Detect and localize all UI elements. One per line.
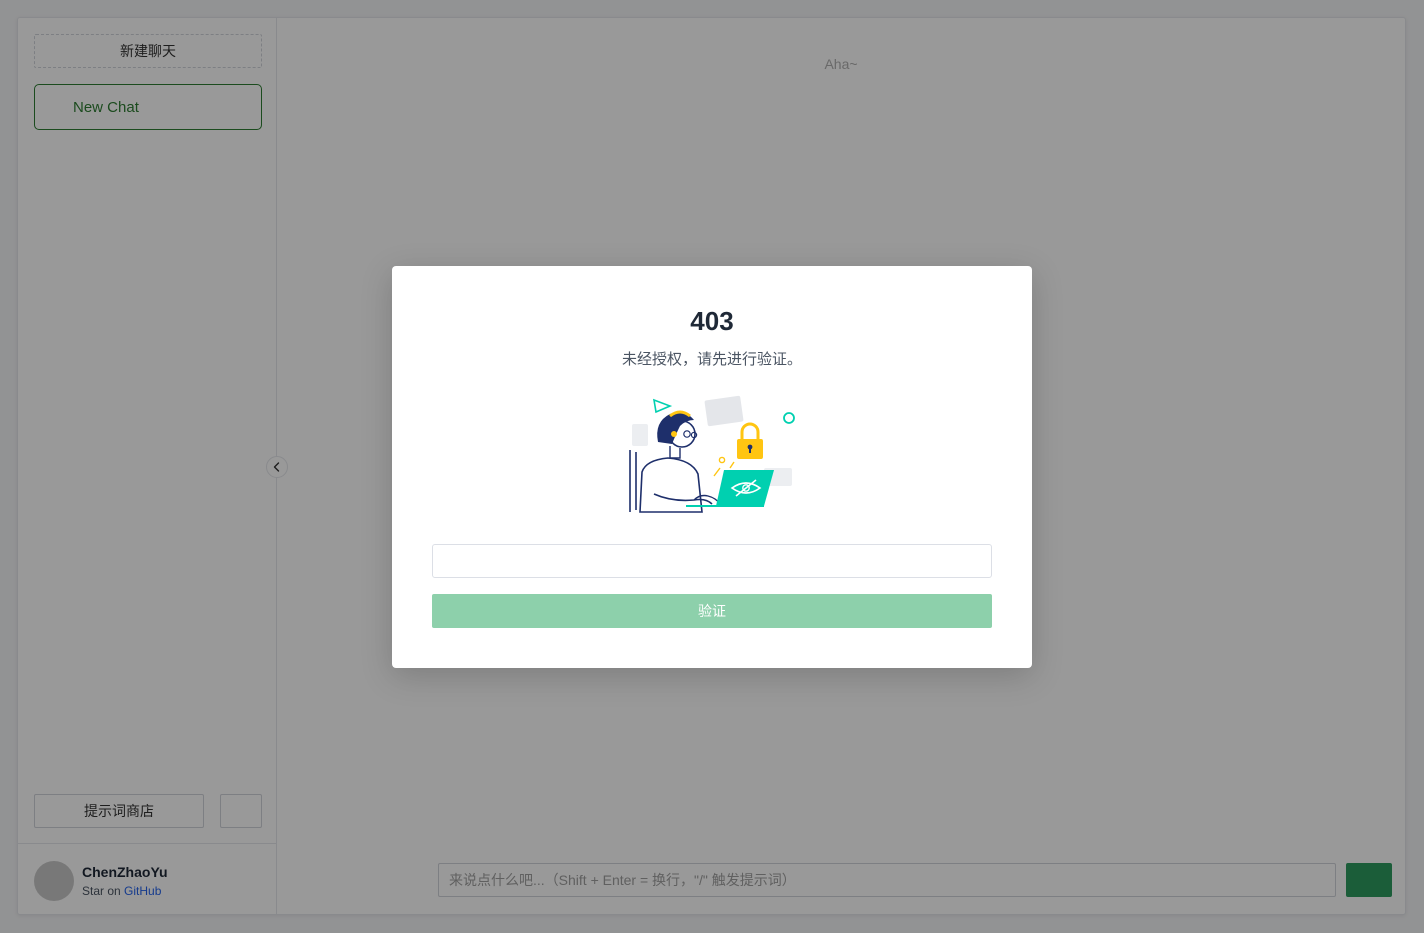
auth-modal: 403 未经授权，请先进行验证。 验证 [392, 266, 1032, 668]
error-code-title: 403 [690, 306, 734, 336]
error-description: 未经授权，请先进行验证。 [621, 351, 802, 368]
secret-key-input[interactable] [432, 544, 992, 578]
verify-button[interactable]: 验证 [432, 594, 992, 628]
unauthorized-illustration [629, 395, 795, 513]
